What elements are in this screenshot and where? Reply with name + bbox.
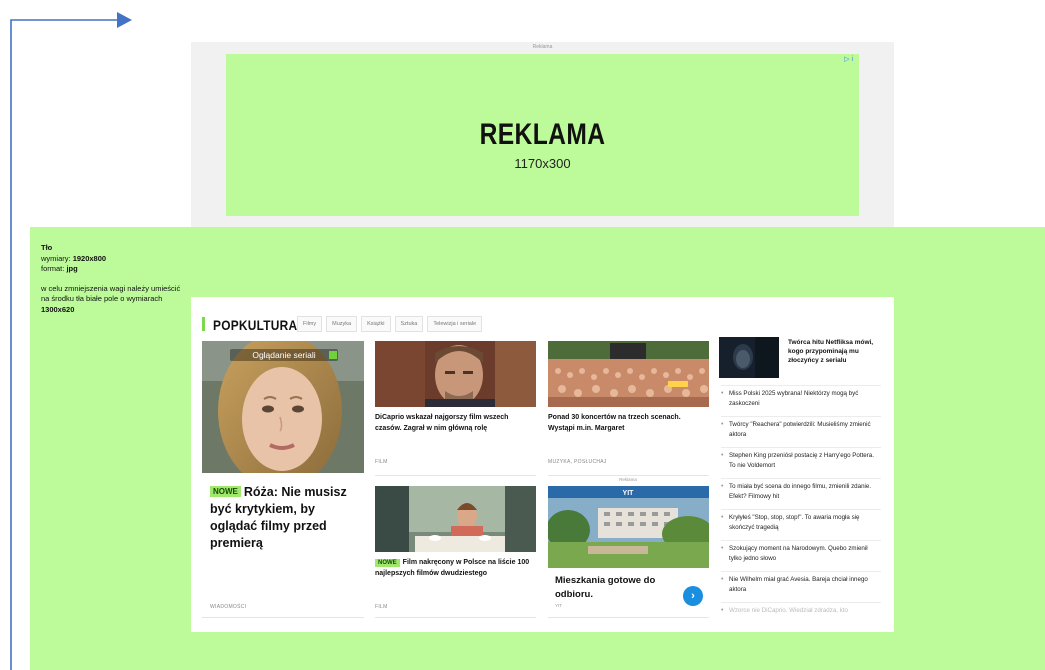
right-news-list: Miss Polski 2025 wybrana! Niektórzy mogą… [721,385,881,616]
article-category[interactable]: MUZYKA, POSŁUCHAJ [548,459,607,465]
ad-title: REKLAMA [479,118,606,151]
instruction-size: 1300x620 [41,304,75,314]
tab-muzyka[interactable]: Muzyka [326,316,358,332]
section-tabs: Filmy Muzyka Książki Sztuka Telewizja i … [297,316,483,332]
big-article-card[interactable]: Oglądanie seriali [202,341,364,621]
sponsored-image[interactable]: YIT [548,486,709,568]
ad-banner[interactable]: ▷ i REKLAMA 1170x300 [226,54,859,216]
section-title[interactable]: POPKULTURA [213,317,297,333]
notes-heading: Tło [41,243,53,252]
chevron-right-icon[interactable]: › [683,586,703,606]
adchoice-icon[interactable]: ▷ i [837,55,853,64]
list-item[interactable]: Nie Wilhelm miał grać Avesia. Bareja chc… [721,571,881,602]
article-image[interactable] [375,341,536,407]
section-accent-bar [202,317,205,331]
list-item[interactable]: Stephen King przeniósł postacię z Harry'… [721,447,881,478]
format-value: jpg [66,264,78,273]
article-title[interactable]: Ponad 30 koncertów na trzech scenach. Wy… [548,413,708,434]
ad-top-label: Reklama [532,44,553,50]
dimensions-value: 1920x800 [72,253,107,263]
big-article-category[interactable]: WIADOMOŚCI [210,604,246,610]
tab-sztuka[interactable]: Sztuka [394,316,424,332]
right-headline-thumbnail[interactable] [719,337,779,378]
article-title[interactable]: NOWE Film nakręcony w Polsce na liście 10… [375,558,535,579]
big-article-image[interactable]: Oglądanie seriali [202,341,364,473]
right-headline-title[interactable]: Twórca hitu Netfliksa mówi, kogo przypom… [788,338,883,365]
tab-ksiazki[interactable]: Książki [361,316,391,332]
spec-notes: Tło wymiary: 1920x800 format: jpg w celu… [41,243,181,324]
dimensions-label: wymiary: [41,253,71,263]
list-item[interactable]: Twórcy "Reachera" potwierdzili: Musieliś… [721,416,881,447]
popkultura-panel: POPKULTURA Filmy Muzyka Książki Sztuka T… [191,297,894,632]
list-item[interactable]: To miała być scena do innego filmu, zmie… [721,478,881,509]
divider [375,475,536,476]
list-item[interactable]: Kryłyłeś "Stop, stop, stop!". To awaria … [721,509,881,540]
new-badge: NOWE [210,486,241,497]
divider [548,617,709,618]
article-card[interactable]: DiCaprio wskazał najgorszy film wszech c… [375,341,536,473]
divider [202,617,364,618]
list-item[interactable]: Szokujący moment na Narodowym. Quebo zmi… [721,540,881,571]
overlay-label: Oglądanie seriali [252,350,315,360]
ad-size: 1170x300 [514,156,571,171]
list-item[interactable]: Miss Polski 2025 wybrana! Niektórzy mogą… [721,385,881,416]
instruction-text: w celu zmniejszenia wagi należy umieścić… [41,283,181,304]
article-card[interactable]: Ponad 30 koncertów na trzech scenach. Wy… [548,341,709,473]
article-title[interactable]: DiCaprio wskazał najgorszy film wszech c… [375,413,535,434]
article-category[interactable]: FILM [375,459,388,465]
adcard-source: YIT [555,603,563,608]
article-card[interactable]: NOWE Film nakręcony w Polsce na liście 10… [375,486,536,618]
adcard-text[interactable]: Mieszkania gotowe do odbioru. [555,574,655,602]
article-category[interactable]: FILM [375,604,388,610]
top-ad-slot: Reklama ▷ i REKLAMA 1170x300 [191,42,894,228]
article-image[interactable] [375,486,536,552]
adcard-brand: YIT [623,490,635,497]
big-article-title[interactable]: NOWE Róża: Nie musisz być krytykiem, by o… [210,484,360,552]
new-badge: NOWE [375,559,400,567]
adcard-label: Reklama [619,477,637,482]
list-item[interactable]: Wzorce nie DiCaprio. Wiedział zdradza, k… [721,602,881,616]
tab-telewizja[interactable]: Telewizja i seriale [427,316,483,332]
tab-filmy[interactable]: Filmy [297,316,323,332]
article-image[interactable] [548,341,709,407]
divider [375,617,536,618]
format-label: format: [41,264,65,273]
divider [548,475,709,476]
